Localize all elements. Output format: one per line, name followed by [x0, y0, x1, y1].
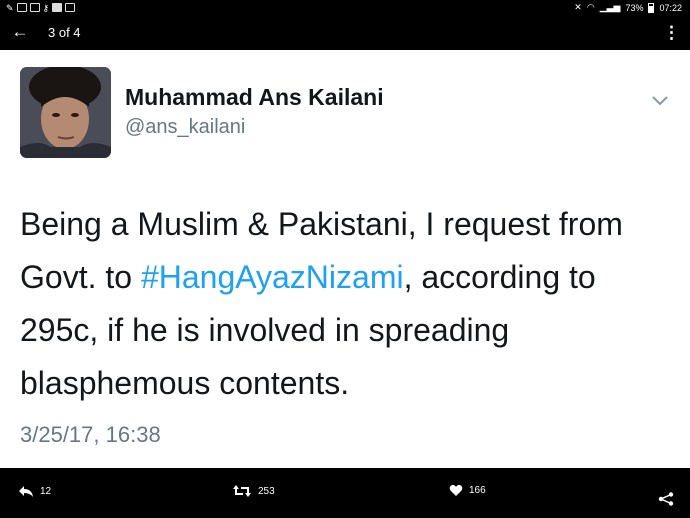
action-bar: 12 253 166	[0, 468, 690, 518]
battery-percent: 73%	[625, 2, 644, 13]
tweet-timestamp[interactable]: 3/25/17, 16:38	[20, 422, 161, 448]
back-arrow-icon[interactable]: ←	[10, 22, 30, 42]
clock: 07:22	[659, 2, 682, 13]
author-handle[interactable]: @ans_kailani	[125, 116, 245, 139]
notification-icons: ✎ ⚷	[6, 3, 76, 14]
reply-count: 12	[40, 485, 52, 497]
image-icon	[16, 3, 27, 12]
app-bar: ← 3 of 4 ⋮	[0, 16, 690, 50]
profile-photo	[20, 67, 111, 158]
retweet-count: 253	[258, 485, 275, 497]
signal-icon: ▁▃▅	[599, 2, 621, 12]
mute-icon: ✕	[574, 2, 582, 12]
tweet-text: Being a Muslim & Pakistani, I request fr…	[20, 198, 680, 410]
mail-icon	[29, 3, 40, 12]
more-vert-icon[interactable]: ⋮	[663, 23, 680, 43]
wifi-icon: ◠	[586, 2, 595, 12]
avatar[interactable]	[20, 67, 111, 158]
battery-icon	[648, 2, 655, 13]
hashtag-link[interactable]: #HangAyazNizami	[141, 259, 404, 295]
key-icon: ⚷	[42, 3, 50, 13]
chevron-down-icon[interactable]	[650, 90, 670, 110]
wrench-icon: ✎	[6, 3, 14, 13]
gallery-icon	[65, 3, 76, 12]
page-counter: 3 of 4	[48, 25, 81, 40]
like-button[interactable]: 166	[449, 484, 486, 497]
retweet-icon	[233, 485, 251, 497]
reply-button[interactable]: 12	[18, 484, 51, 498]
like-count: 166	[469, 485, 486, 496]
reply-icon	[19, 486, 33, 497]
heart-icon	[449, 484, 463, 496]
tweet-card: Muhammad Ans Kailani @ans_kailani Being …	[0, 50, 690, 468]
retweet-button[interactable]: 253	[232, 484, 275, 498]
author-name[interactable]: Muhammad Ans Kailani	[125, 84, 384, 111]
video-icon	[52, 3, 63, 12]
share-icon[interactable]	[658, 492, 674, 506]
status-bar: ✎ ⚷ ✕ ◠ ▁▃▅ 73% 07:22	[0, 0, 690, 16]
